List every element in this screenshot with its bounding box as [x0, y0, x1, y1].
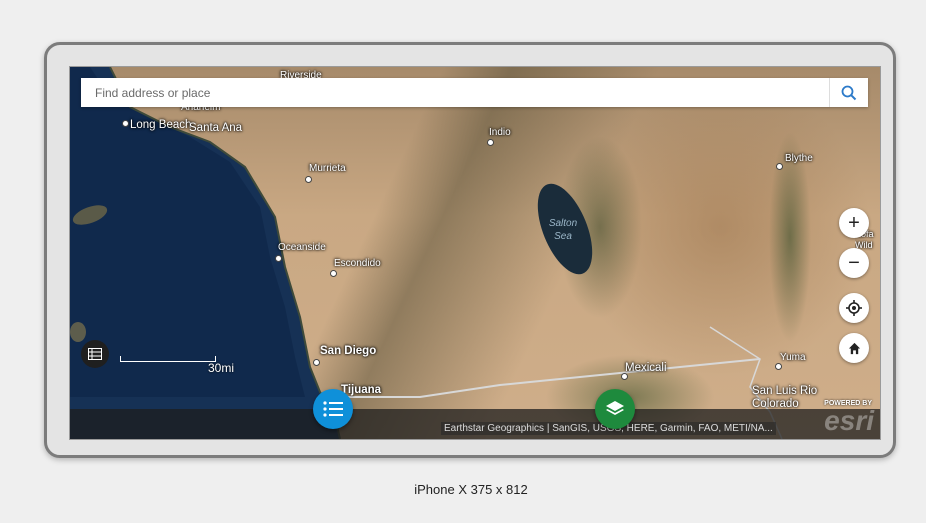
- map-view[interactable]: Riverside Anaheim Long Beach Santa Ana I…: [69, 66, 881, 440]
- map-label-escondido: Escondido: [334, 258, 381, 269]
- map-label-murrieta: Murrieta: [309, 163, 346, 174]
- map-label-mexicali: Mexicali: [625, 362, 667, 374]
- legend-button[interactable]: [81, 340, 109, 368]
- home-icon: [848, 342, 860, 354]
- city-dot: [775, 363, 782, 370]
- crosshair-icon: [846, 300, 862, 316]
- esri-logo: esri: [824, 405, 874, 436]
- city-dot: [621, 373, 628, 380]
- city-dot: [776, 163, 783, 170]
- device-caption: iPhone X 375 x 812: [414, 482, 528, 497]
- locate-button[interactable]: [839, 293, 869, 323]
- list-icon: [323, 401, 343, 417]
- layers-button[interactable]: [595, 389, 635, 429]
- city-dot: [122, 120, 129, 127]
- search-button[interactable]: [829, 78, 868, 107]
- zoom-out-button[interactable]: −: [839, 248, 869, 278]
- search-icon: [841, 85, 857, 100]
- zoom-in-button[interactable]: +: [839, 208, 869, 238]
- city-dot: [305, 176, 312, 183]
- map-label-indio: Indio: [489, 127, 511, 138]
- city-dot: [487, 139, 494, 146]
- list-button[interactable]: [313, 389, 353, 429]
- map-label-santa-ana: Santa Ana: [189, 122, 243, 134]
- layers-icon: [606, 401, 624, 415]
- city-dot: [275, 255, 282, 262]
- map-label-yuma: Yuma: [780, 352, 806, 363]
- map-label-san-diego: San Diego: [320, 345, 377, 357]
- map-label-long-beach: Long Beach: [130, 119, 192, 131]
- city-dot: [330, 270, 337, 277]
- table-icon: [88, 348, 102, 360]
- city-dot: [313, 359, 320, 366]
- map-label-san-luis-rio-colorado: San Luis Rio Colorado: [752, 385, 818, 410]
- search-input[interactable]: [81, 78, 829, 107]
- scale-bar: [120, 356, 216, 362]
- home-button[interactable]: [839, 333, 869, 363]
- search-bar: [81, 78, 868, 107]
- map-label-blythe: Blythe: [785, 153, 813, 164]
- map-label-oceanside: Oceanside: [278, 242, 326, 253]
- map-label-salton-sea: Salton Sea: [548, 218, 578, 242]
- device-frame: Riverside Anaheim Long Beach Santa Ana I…: [44, 42, 896, 458]
- scale-label: 30mi: [208, 361, 235, 375]
